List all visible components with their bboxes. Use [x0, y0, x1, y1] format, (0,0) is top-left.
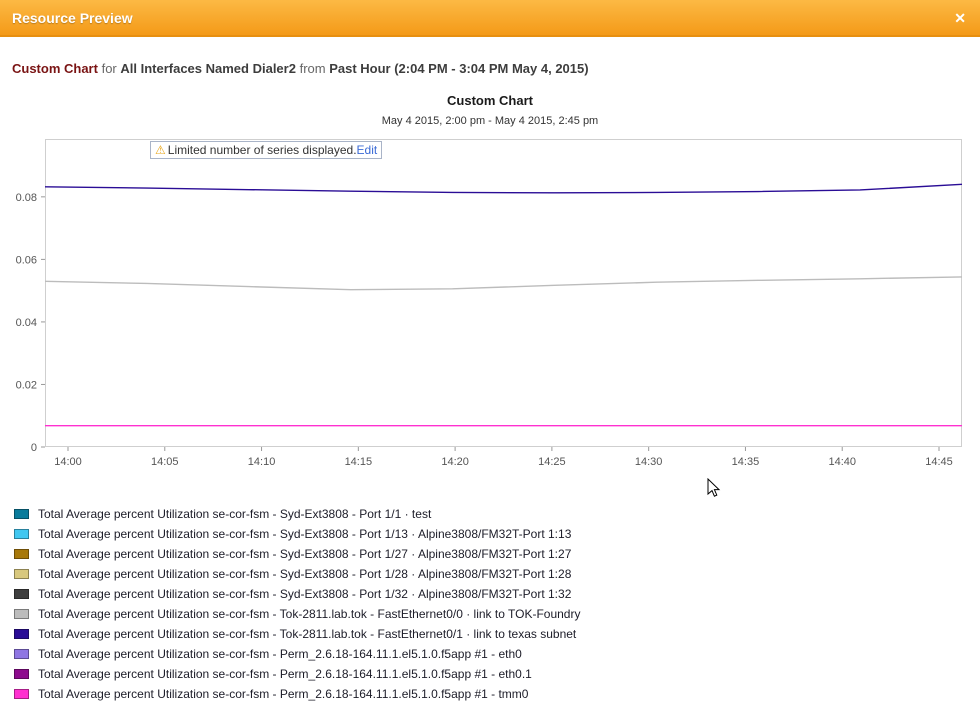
y-tick-label: 0	[31, 442, 37, 454]
legend-label: Total Average percent Utilization se-cor…	[38, 547, 572, 561]
legend-item: Total Average percent Utilization se-cor…	[14, 664, 980, 684]
description-for: for	[101, 61, 117, 76]
x-tick-label: 14:25	[538, 456, 566, 468]
chart-title: Custom Chart	[447, 93, 533, 108]
legend-label: Total Average percent Utilization se-cor…	[38, 667, 532, 681]
legend-swatch	[14, 509, 29, 519]
legend-item: Total Average percent Utilization se-cor…	[14, 584, 980, 604]
titlebar: Resource Preview ✕	[0, 0, 980, 37]
description-scope: All Interfaces Named Dialer2	[120, 61, 296, 76]
y-tick-label: 0.04	[16, 317, 37, 329]
warning-icon: ⚠	[155, 143, 166, 157]
warning-text: Limited number of series displayed.	[167, 143, 357, 157]
edit-link[interactable]: Edit	[357, 143, 378, 157]
legend-swatch	[14, 589, 29, 599]
legend-label: Total Average percent Utilization se-cor…	[38, 527, 572, 541]
legend-swatch	[14, 689, 29, 699]
legend-swatch	[14, 569, 29, 579]
x-tick-label: 14:00	[54, 456, 82, 468]
legend-item: Total Average percent Utilization se-cor…	[14, 684, 980, 704]
legend-label: Total Average percent Utilization se-cor…	[38, 507, 432, 521]
x-tick-label: 14:35	[732, 456, 760, 468]
x-tick-label: 14:10	[248, 456, 276, 468]
legend-item: Total Average percent Utilization se-cor…	[14, 544, 980, 564]
x-tick-label: 14:45	[925, 456, 953, 468]
y-tick-label: 0.02	[16, 379, 37, 391]
legend-label: Total Average percent Utilization se-cor…	[38, 627, 577, 641]
x-tick-label: 14:40	[828, 456, 856, 468]
close-icon[interactable]: ✕	[954, 11, 966, 25]
legend-item: Total Average percent Utilization se-cor…	[14, 624, 980, 644]
legend-label: Total Average percent Utilization se-cor…	[38, 567, 572, 581]
legend-item: Total Average percent Utilization se-cor…	[14, 644, 980, 664]
legend-item: Total Average percent Utilization se-cor…	[14, 504, 980, 524]
x-tick-label: 14:15	[345, 456, 373, 468]
legend-label: Total Average percent Utilization se-cor…	[38, 647, 522, 661]
legend-item: Total Average percent Utilization se-cor…	[14, 564, 980, 584]
legend-swatch	[14, 649, 29, 659]
y-tick-label: 0.06	[16, 254, 37, 266]
x-tick-label: 14:20	[441, 456, 469, 468]
legend-item: Total Average percent Utilization se-cor…	[14, 524, 980, 544]
description-range: Past Hour (2:04 PM - 3:04 PM May 4, 2015…	[329, 61, 589, 76]
legend-swatch	[14, 529, 29, 539]
legend-label: Total Average percent Utilization se-cor…	[38, 587, 572, 601]
y-tick-label: 0.08	[16, 192, 37, 204]
plot-area	[45, 139, 962, 447]
description-from: from	[299, 61, 326, 76]
legend-swatch	[14, 609, 29, 619]
legend-label: Total Average percent Utilization se-cor…	[38, 687, 529, 701]
chart-canvas: 0 0.02 0.04 0.06 0.08 14:00 14:05 14:10 14:15 14:…	[16, 139, 963, 468]
chart-description: Custom Chart for All Interfaces Named Di…	[12, 61, 980, 76]
legend-swatch	[14, 549, 29, 559]
legend-label: Total Average percent Utilization se-cor…	[38, 607, 581, 621]
legend-swatch	[14, 669, 29, 679]
mouse-cursor	[707, 478, 721, 497]
chart: 0 0.02 0.04 0.06 0.08 14:00 14:05 14:10 14:15 14:…	[0, 135, 980, 471]
window-title: Resource Preview	[12, 9, 133, 26]
x-tick-label: 14:30	[635, 456, 663, 468]
description-chart-name: Custom Chart	[12, 61, 98, 76]
legend-swatch	[14, 629, 29, 639]
chart-subtitle: May 4 2015, 2:00 pm - May 4 2015, 2:45 p…	[381, 115, 599, 127]
series-warning: ⚠ Limited number of series displayed. Edit	[150, 141, 383, 159]
legend-item: Total Average percent Utilization se-cor…	[14, 604, 980, 624]
x-tick-label: 14:05	[151, 456, 179, 468]
legend: Total Average percent Utilization se-cor…	[14, 504, 980, 704]
